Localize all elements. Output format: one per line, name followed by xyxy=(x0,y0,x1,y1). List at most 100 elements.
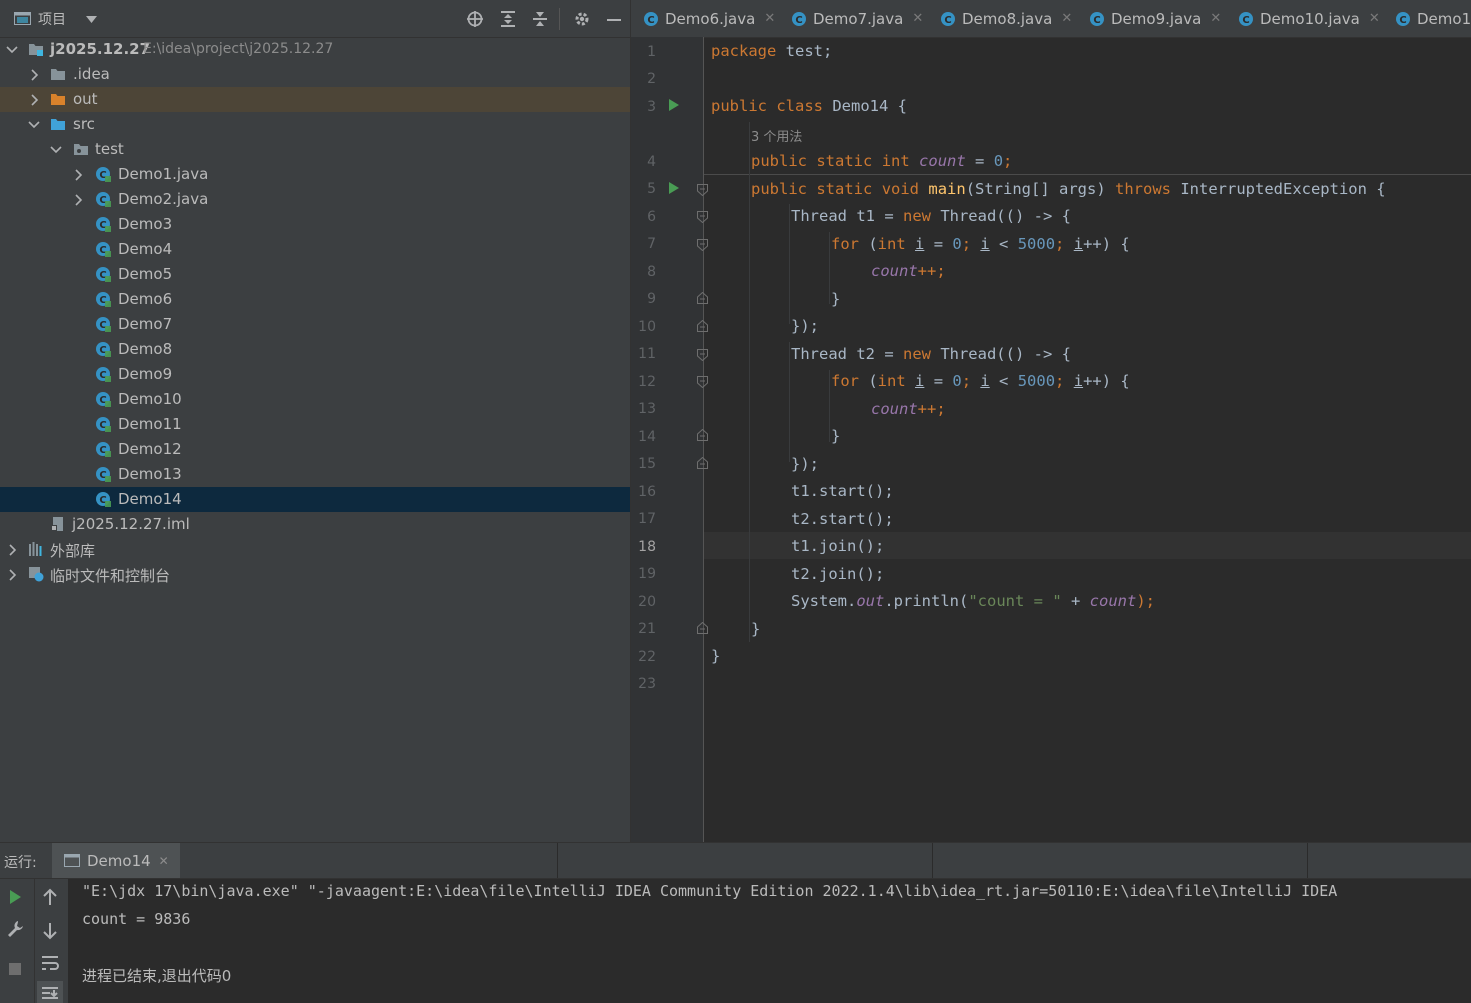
editor-tab[interactable]: C Demo8.java ✕ xyxy=(940,0,1072,37)
editor-tab[interactable]: C Demo1 xyxy=(1395,0,1471,37)
tree-item-class[interactable]: C Demo5 xyxy=(0,262,630,287)
gear-icon[interactable] xyxy=(573,10,591,28)
rerun-icon[interactable] xyxy=(5,887,25,907)
collapse-all-icon[interactable] xyxy=(531,10,549,28)
code-line-3[interactable]: public class Demo14 { xyxy=(711,97,907,115)
code-line-11[interactable]: Thread t2 = new Thread(() -> { xyxy=(791,345,1071,363)
console-exit-line[interactable]: 进程已结束,退出代码0 xyxy=(82,965,231,986)
code-line-5[interactable]: public static void main(String[] args) t… xyxy=(751,180,1386,198)
tree-item-idea[interactable]: .idea xyxy=(0,62,630,87)
close-tab-icon[interactable]: ✕ xyxy=(912,11,923,26)
chevron-down-icon[interactable] xyxy=(86,16,97,23)
code-line-18[interactable]: t1.join(); xyxy=(791,537,884,555)
code-line-4[interactable]: public static int count = 0; xyxy=(751,152,1012,170)
tree-item-external-libraries[interactable]: 外部库 xyxy=(0,537,630,562)
code-line-10[interactable]: }); xyxy=(791,317,819,335)
chevron-right-icon[interactable] xyxy=(71,168,85,182)
editor-tab[interactable]: C Demo7.java ✕ xyxy=(791,0,923,37)
tree-item-scratches[interactable]: 临时文件和控制台 xyxy=(0,562,630,587)
tree-item-class[interactable]: C Demo8 xyxy=(0,337,630,362)
tree-item-class[interactable]: C Demo12 xyxy=(0,437,630,462)
close-tab-icon[interactable]: ✕ xyxy=(1061,11,1072,26)
wrench-icon[interactable] xyxy=(5,919,25,939)
divider xyxy=(932,843,933,878)
tree-label: Demo1.java xyxy=(118,165,209,183)
scroll-end-toggle[interactable] xyxy=(37,981,63,1003)
tree-item-iml[interactable]: j2025.12.27.iml xyxy=(0,512,630,537)
tree-item-class[interactable]: C Demo4 xyxy=(0,237,630,262)
locate-icon[interactable] xyxy=(466,10,484,28)
tree-item-class[interactable]: C Demo11 xyxy=(0,412,630,437)
arrow-down-icon[interactable] xyxy=(40,921,60,941)
code-line-15[interactable]: }); xyxy=(791,455,819,473)
chevron-right-icon[interactable] xyxy=(71,193,85,207)
code-line-19[interactable]: t2.join(); xyxy=(791,565,884,583)
code-line-16[interactable]: t1.start(); xyxy=(791,482,894,500)
fold-close-icon[interactable] xyxy=(697,320,708,332)
code-line-12[interactable]: for (int i = 0; i < 5000; i++) { xyxy=(831,372,1130,390)
fold-open-icon[interactable] xyxy=(697,349,708,361)
fold-close-icon[interactable] xyxy=(697,292,708,304)
fold-open-icon[interactable] xyxy=(697,239,708,251)
editor-tab-label: Demo8.java xyxy=(962,9,1053,28)
soft-wrap-icon[interactable] xyxy=(40,953,60,973)
tree-item-out[interactable]: out xyxy=(0,87,630,112)
close-tab-icon[interactable]: ✕ xyxy=(764,11,775,26)
close-tab-icon[interactable]: ✕ xyxy=(1369,11,1380,26)
code-line-8[interactable]: count++; xyxy=(871,262,946,280)
tree-item-project-root[interactable]: j2025.12.27 E:\idea\project\j2025.12.27 xyxy=(0,37,630,62)
code-line-17[interactable]: t2.start(); xyxy=(791,510,894,528)
fold-close-icon[interactable] xyxy=(697,457,708,469)
tree-item-class[interactable]: C Demo7 xyxy=(0,312,630,337)
console-command-line[interactable]: "E:\jdx 17\bin\java.exe" "-javaagent:E:\… xyxy=(82,882,1337,900)
tree-item-class[interactable]: C Demo14 xyxy=(0,487,630,512)
expand-all-icon[interactable] xyxy=(499,10,517,28)
code-line-1[interactable]: package test; xyxy=(711,42,832,60)
code-line-13[interactable]: count++; xyxy=(871,400,946,418)
close-tab-icon[interactable]: ✕ xyxy=(1210,11,1221,26)
code-line-21[interactable]: } xyxy=(751,620,760,638)
editor-tab[interactable]: C Demo10.java ✕ xyxy=(1238,0,1380,37)
close-tab-icon[interactable]: ✕ xyxy=(159,854,169,868)
tree-item-test-package[interactable]: test xyxy=(0,137,630,162)
minimize-icon[interactable] xyxy=(605,10,623,28)
fold-open-icon[interactable] xyxy=(697,211,708,223)
chevron-right-icon[interactable] xyxy=(27,93,41,107)
run-main-icon[interactable] xyxy=(669,182,679,194)
chevron-down-icon[interactable] xyxy=(5,43,19,57)
fold-open-icon[interactable] xyxy=(697,184,708,196)
fold-close-icon[interactable] xyxy=(697,429,708,441)
project-view-selector[interactable]: 项目 xyxy=(38,9,66,29)
code-line-22[interactable]: } xyxy=(711,647,720,665)
editor-tab[interactable]: C Demo6.java ✕ xyxy=(643,0,775,37)
arrow-up-icon[interactable] xyxy=(40,887,60,907)
chevron-right-icon[interactable] xyxy=(5,568,19,582)
chevron-right-icon[interactable] xyxy=(5,543,19,557)
tree-item-class[interactable]: C Demo9 xyxy=(0,362,630,387)
fold-open-icon[interactable] xyxy=(697,376,708,388)
tree-item-src[interactable]: src xyxy=(0,112,630,137)
chevron-down-icon[interactable] xyxy=(49,143,63,157)
code-line-6[interactable]: Thread t1 = new Thread(() -> { xyxy=(791,207,1071,225)
fold-close-icon[interactable] xyxy=(697,622,708,634)
tree-item-class[interactable]: C Demo6 xyxy=(0,287,630,312)
stop-icon[interactable] xyxy=(5,959,25,979)
tree-item-class[interactable]: C Demo2.java xyxy=(0,187,630,212)
code-line-14[interactable]: } xyxy=(831,427,840,445)
code-line-7[interactable]: for (int i = 0; i < 5000; i++) { xyxy=(831,235,1130,253)
tree-item-class[interactable]: C Demo13 xyxy=(0,462,630,487)
run-tab-demo14[interactable]: Demo14 ✕ xyxy=(52,843,180,878)
tree-item-class[interactable]: C Demo3 xyxy=(0,212,630,237)
tree-item-class[interactable]: C Demo10 xyxy=(0,387,630,412)
code-line-20[interactable]: System.out.println("count = " + count); xyxy=(791,592,1155,610)
tree-item-class[interactable]: C Demo1.java xyxy=(0,162,630,187)
usage-hint[interactable]: 3 个用法 xyxy=(751,126,802,145)
code-line-9[interactable]: } xyxy=(831,290,840,308)
keyword: package xyxy=(711,42,777,60)
editor-tab-bar: C Demo6.java ✕ C Demo7.java ✕ C Demo8.java ✕ C Dem… xyxy=(631,0,1471,38)
editor-tab[interactable]: C Demo9.java ✕ xyxy=(1089,0,1221,37)
run-class-icon[interactable] xyxy=(669,99,679,111)
chevron-down-icon[interactable] xyxy=(27,118,41,132)
chevron-right-icon[interactable] xyxy=(27,68,41,82)
console-output-line[interactable]: count = 9836 xyxy=(82,910,190,928)
